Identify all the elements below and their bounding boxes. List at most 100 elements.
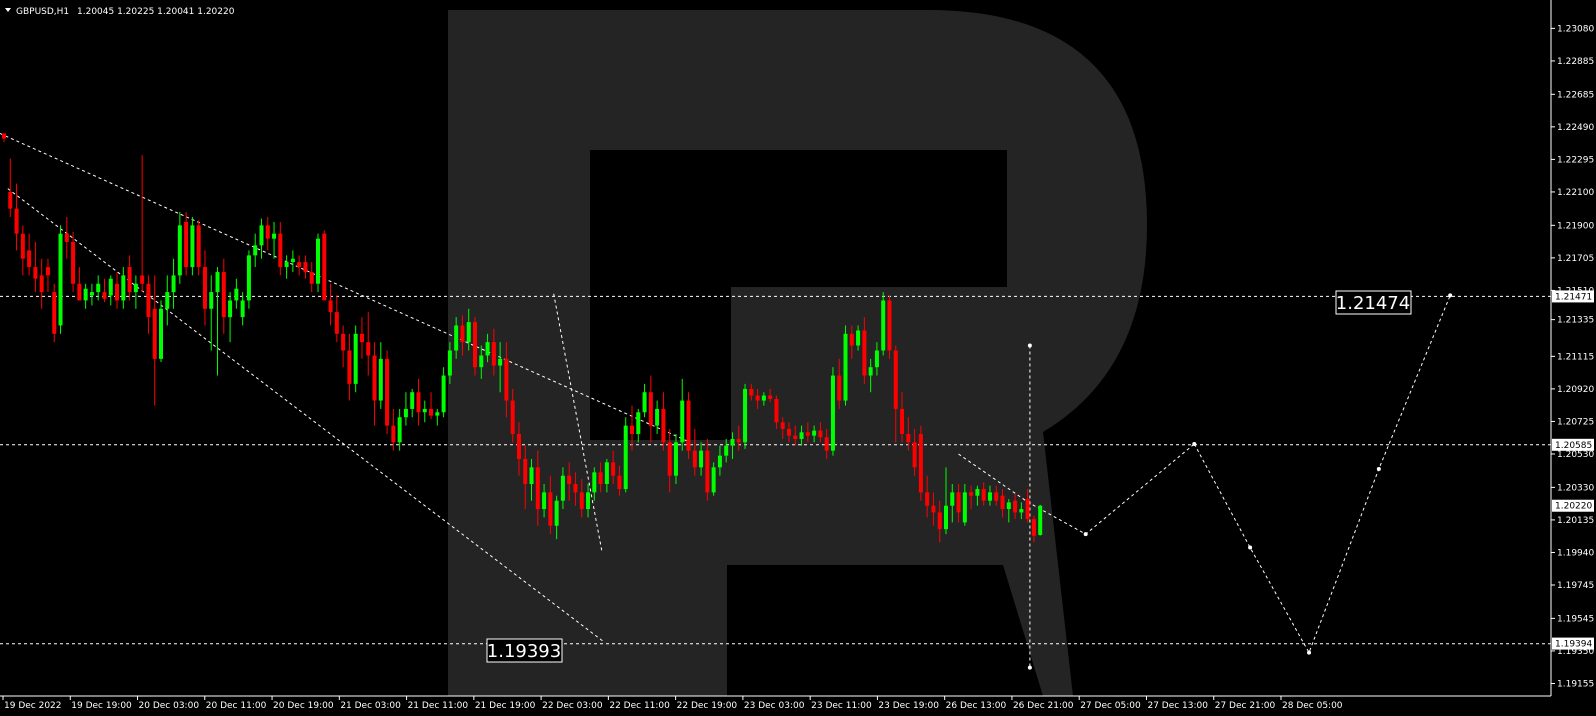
- candle-body: [140, 275, 145, 284]
- candle-body: [441, 375, 446, 413]
- x-tick-label: 20 Dec 19:00: [273, 701, 334, 711]
- candle-body: [969, 492, 974, 496]
- candle-body: [535, 467, 540, 510]
- candle-body: [473, 322, 477, 368]
- candle-body: [171, 275, 176, 293]
- y-tick-label: 1.22685: [1557, 90, 1594, 100]
- candle-body: [422, 408, 427, 413]
- candle-body: [447, 350, 452, 376]
- candle-body: [190, 225, 195, 268]
- forecast-node-0: [1027, 343, 1032, 348]
- candle-body: [906, 433, 911, 443]
- candle-body: [504, 358, 509, 401]
- candle-body: [711, 467, 716, 493]
- y-tick-label: 1.19155: [1557, 679, 1594, 689]
- forecast-node-8: [1448, 293, 1453, 298]
- candle-body: [77, 283, 82, 301]
- candle-body: [805, 432, 810, 436]
- candle-body: [987, 492, 992, 501]
- x-tick-label: 28 Dec 05:00: [1282, 701, 1343, 711]
- candle-body: [592, 472, 597, 493]
- candle-body: [730, 438, 735, 446]
- price-markers: 1.21471 1.20585 1.20220 1.19394: [1552, 290, 1594, 650]
- candle-body: [755, 395, 760, 401]
- price-marker-label: 1.20220: [1555, 502, 1592, 512]
- candle-body: [736, 438, 741, 443]
- candle-body: [209, 292, 214, 309]
- chart-window[interactable]: 1.23080 1.22885 1.22685 1.22490 1.22295 1.221…: [0, 0, 1596, 716]
- candle-body: [573, 484, 578, 493]
- price-marker-label: 1.20585: [1555, 441, 1592, 451]
- candle-body: [253, 245, 258, 256]
- candlestick-chart[interactable]: 1.23080 1.22885 1.22685 1.22490 1.22295 1.221…: [0, 0, 1596, 716]
- chevron-down-icon[interactable]: [5, 8, 11, 12]
- candle-body: [52, 292, 57, 334]
- watermark-logo: [448, 10, 1147, 696]
- candle-body: [818, 430, 823, 438]
- candle-body: [761, 395, 766, 401]
- candle-body: [1031, 519, 1036, 536]
- y-tick-label: 1.20530: [1557, 450, 1594, 460]
- candle-body: [994, 492, 999, 501]
- candle-body: [868, 367, 873, 376]
- candle-body: [429, 408, 434, 416]
- candle-body: [309, 272, 314, 284]
- candle-body: [717, 455, 722, 468]
- candle-body: [328, 300, 333, 313]
- candle-body: [918, 433, 923, 493]
- y-tick-label: 1.23080: [1557, 24, 1594, 34]
- x-tick-label: 26 Dec 21:00: [1013, 701, 1074, 711]
- x-tick-label: 27 Dec 13:00: [1147, 701, 1208, 711]
- candle-body: [743, 388, 748, 443]
- candle-body: [623, 425, 628, 490]
- candle-body: [372, 355, 377, 401]
- candle-body: [661, 408, 666, 443]
- candle-body: [793, 435, 798, 439]
- candle-body: [925, 492, 930, 506]
- candle-body: [334, 312, 339, 334]
- candle-body: [749, 388, 754, 396]
- watermark-shape: [448, 10, 1147, 696]
- target-high-label: 1.21474: [1336, 293, 1410, 314]
- candle-body: [944, 505, 948, 530]
- x-tick-label: 22 Dec 03:00: [542, 701, 603, 711]
- x-tick-label: 21 Dec 11:00: [408, 701, 469, 711]
- candle-body: [962, 492, 967, 523]
- candle-body: [636, 412, 641, 434]
- y-tick-label: 1.22490: [1557, 123, 1594, 133]
- forecast-node-1: [1027, 665, 1032, 670]
- candle-body: [353, 333, 358, 384]
- candle-body: [234, 288, 239, 301]
- candle-body: [856, 330, 861, 346]
- candle-body: [774, 398, 779, 423]
- candle-body: [20, 233, 25, 259]
- candle-body: [45, 267, 50, 276]
- candle-body: [33, 267, 38, 279]
- x-axis: 19 Dec 2022 19 Dec 19:00 20 Dec 03:00 20 De…: [2, 696, 1343, 711]
- y-tick-label: 1.20135: [1557, 516, 1594, 526]
- candle-body: [228, 300, 233, 318]
- candle-body: [655, 408, 660, 426]
- candle-body: [479, 355, 484, 368]
- y-tick-label: 1.19940: [1557, 548, 1594, 558]
- candle-body: [435, 412, 440, 416]
- x-tick-label: 27 Dec 05:00: [1080, 701, 1141, 711]
- forecast-node-6: [1307, 650, 1312, 655]
- candle-body: [221, 272, 226, 318]
- candle-body: [692, 450, 697, 468]
- candle-body: [1000, 495, 1005, 510]
- forecast-node-7: [1376, 467, 1381, 472]
- y-tick-label: 1.21335: [1557, 316, 1594, 326]
- y-tick-label: 1.21705: [1557, 254, 1594, 264]
- candle-body: [466, 322, 471, 343]
- y-tick-label: 1.20330: [1557, 483, 1594, 493]
- candle-body: [272, 233, 277, 239]
- x-tick-label: 26 Dec 13:00: [946, 701, 1007, 711]
- candle-body: [303, 262, 308, 273]
- candle-body: [604, 462, 609, 485]
- candle-body: [127, 267, 132, 293]
- candle-body: [705, 450, 710, 493]
- candle-body: [177, 225, 182, 276]
- candle-body: [259, 225, 264, 246]
- candle-body: [378, 358, 383, 401]
